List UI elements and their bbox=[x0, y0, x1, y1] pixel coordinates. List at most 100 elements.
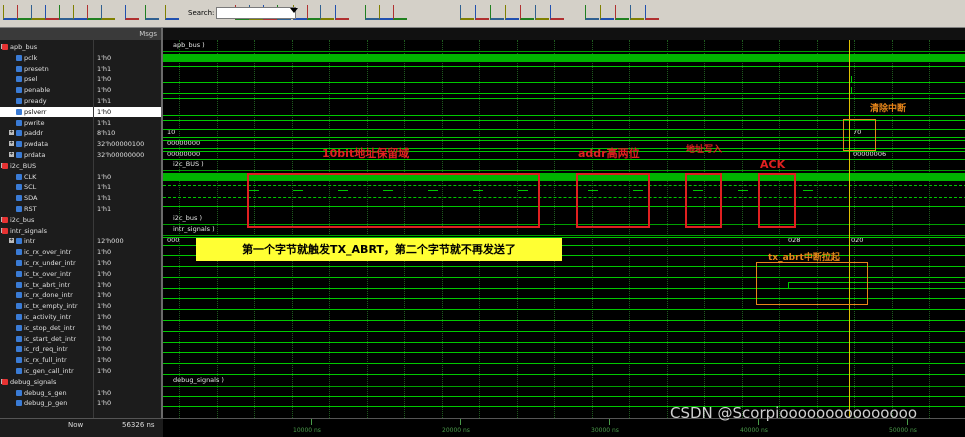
signal-row-debug_signals[interactable]: −debug_signals bbox=[0, 377, 93, 387]
ack-annotation: ACK bbox=[760, 158, 786, 171]
step-back-icon[interactable] bbox=[31, 5, 45, 20]
time-cursor[interactable] bbox=[849, 40, 850, 418]
signal-name: pclk bbox=[24, 53, 38, 62]
find-icon[interactable] bbox=[165, 5, 179, 20]
signal-name: ic_rx_under_intr bbox=[24, 259, 76, 267]
step-icon[interactable] bbox=[460, 5, 474, 20]
run-icon[interactable] bbox=[45, 5, 59, 20]
signal-row-pwrite[interactable]: pwrite bbox=[0, 118, 93, 128]
presetn-wave bbox=[163, 65, 965, 67]
signal-row-ic_stop_det_intr[interactable]: ic_stop_det_intr bbox=[0, 323, 93, 333]
signal-row-ic_gen_call_intr[interactable]: ic_gen_call_intr bbox=[0, 366, 93, 376]
cursor-del-icon[interactable] bbox=[320, 5, 334, 20]
format-icon[interactable] bbox=[393, 5, 407, 20]
signal-name: ic_rx_full_intr bbox=[24, 356, 67, 365]
now-label: Now bbox=[68, 421, 84, 429]
signal-row-ic_rd_req_intr[interactable]: ic_rd_req_intr bbox=[0, 344, 93, 354]
ruler-tick bbox=[460, 419, 461, 425]
signal-row-pready[interactable]: pready bbox=[0, 96, 93, 106]
signal-icon bbox=[16, 346, 22, 353]
signal-value: 1'h0 bbox=[97, 172, 112, 181]
signal-row-ic_activity_intr[interactable]: ic_activity_intr bbox=[0, 312, 93, 322]
wave-style-icon[interactable] bbox=[335, 5, 349, 20]
signal-row-intr_signals[interactable]: −intr_signals bbox=[0, 226, 93, 236]
signal-row-prdata[interactable]: + prdata bbox=[0, 150, 93, 160]
signal-row-i2c_BUS[interactable]: −i2c_BUS bbox=[0, 161, 93, 171]
signal-row-intr[interactable]: + intr bbox=[0, 236, 93, 246]
collapse-icon[interactable] bbox=[145, 5, 159, 20]
search-input[interactable] bbox=[216, 7, 296, 19]
insert-icon[interactable] bbox=[101, 5, 115, 20]
signal-row-RST[interactable]: RST bbox=[0, 204, 93, 214]
step-over-icon[interactable] bbox=[17, 5, 31, 20]
grid-line bbox=[666, 40, 668, 418]
clear-intr-box bbox=[843, 119, 876, 151]
break-icon[interactable] bbox=[535, 5, 549, 20]
signal-row-apb_bus[interactable]: −apb_bus bbox=[0, 42, 93, 52]
signal-row-SDA[interactable]: SDA bbox=[0, 193, 93, 203]
signal-icon bbox=[16, 173, 22, 180]
signal-row-presetn[interactable]: presetn bbox=[0, 64, 93, 74]
grid-icon[interactable] bbox=[379, 5, 393, 20]
restart-icon[interactable] bbox=[87, 5, 101, 20]
search-dropdown-icon[interactable] bbox=[290, 8, 298, 13]
signal-row-ic_rx_full_intr[interactable]: ic_rx_full_intr bbox=[0, 355, 93, 365]
signal-row-penable[interactable]: penable bbox=[0, 85, 93, 95]
run-icon[interactable] bbox=[505, 5, 519, 20]
wave-label-intr-signals: intr_signals ) bbox=[173, 224, 215, 233]
signal-row-psel[interactable]: psel bbox=[0, 74, 93, 84]
zoom-in-icon[interactable] bbox=[645, 5, 659, 20]
signal-row-ic_rx_over_intr[interactable]: ic_rx_over_intr bbox=[0, 247, 93, 257]
signal-name: RST bbox=[24, 205, 37, 213]
signal-value: 1'h0 bbox=[97, 53, 112, 62]
signal-row-pslverr[interactable]: pslverr bbox=[0, 106, 93, 117]
expand-icon[interactable] bbox=[125, 5, 139, 20]
signal-row-ic_tx_abrt_intr[interactable]: ic_tx_abrt_intr bbox=[0, 280, 93, 290]
group-icon bbox=[2, 378, 8, 385]
ruler-tick bbox=[609, 419, 610, 425]
signal-value: 32'h00000100 bbox=[97, 140, 145, 149]
signal-row-ic_rx_under_intr[interactable]: ic_rx_under_intr bbox=[0, 258, 93, 268]
continue-icon[interactable] bbox=[520, 5, 534, 20]
expand-icon[interactable]: + bbox=[9, 141, 14, 147]
find-icon[interactable] bbox=[630, 5, 644, 20]
group-line bbox=[163, 169, 965, 171]
signal-row-paddr[interactable]: + paddr bbox=[0, 128, 93, 138]
signal-row-debug_s_gen[interactable]: debug_s_gen bbox=[0, 388, 93, 398]
addr-write-box bbox=[685, 173, 722, 228]
step-over-icon[interactable] bbox=[475, 5, 489, 20]
signal-row-CLK[interactable]: CLK bbox=[0, 172, 93, 182]
group-line bbox=[163, 51, 965, 52]
signal-row-SCL[interactable]: SCL bbox=[0, 182, 93, 192]
grid-line bbox=[891, 40, 893, 418]
step-back-icon[interactable] bbox=[490, 5, 504, 20]
signal-row-pwdata[interactable]: + pwdata bbox=[0, 139, 93, 149]
lock-icon[interactable] bbox=[365, 5, 379, 20]
collapse-icon[interactable] bbox=[615, 5, 629, 20]
signal-row-debug_p_gen[interactable]: debug_p_gen bbox=[0, 398, 93, 408]
pready-wave bbox=[163, 98, 965, 99]
signal-row-ic_tx_empty_intr[interactable]: ic_tx_empty_intr bbox=[0, 301, 93, 311]
signal-value: 1'h0 bbox=[97, 356, 112, 365]
expand-icon[interactable] bbox=[600, 5, 614, 20]
addr-high-annotation: addr高两位 bbox=[578, 147, 640, 160]
signal-row-i2c_bus[interactable]: +i2c_bus bbox=[0, 215, 93, 225]
expand-icon[interactable]: + bbox=[9, 238, 14, 244]
cursor-add-icon[interactable] bbox=[307, 5, 321, 20]
step-icon[interactable] bbox=[3, 5, 17, 20]
grid-line bbox=[329, 40, 330, 418]
break-icon[interactable] bbox=[73, 5, 87, 20]
insert-icon[interactable] bbox=[585, 5, 599, 20]
signal-row-ic_tx_over_intr[interactable]: ic_tx_over_intr bbox=[0, 269, 93, 279]
signal-name: ic_start_det_intr bbox=[24, 334, 77, 343]
addr-write-annotation: 地址写入 bbox=[686, 145, 723, 155]
signal-icon bbox=[16, 152, 22, 158]
expand-icon[interactable]: + bbox=[9, 152, 14, 157]
continue-icon[interactable] bbox=[59, 5, 73, 20]
signal-name: i2c_bus bbox=[10, 215, 35, 224]
signal-row-ic_rx_done_intr[interactable]: ic_rx_done_intr bbox=[0, 290, 93, 300]
expand-icon[interactable]: + bbox=[9, 130, 14, 136]
signal-row-pclk[interactable]: pclk bbox=[0, 53, 93, 63]
restart-icon[interactable] bbox=[550, 5, 564, 20]
signal-row-ic_start_det_intr[interactable]: ic_start_det_intr bbox=[0, 334, 93, 344]
